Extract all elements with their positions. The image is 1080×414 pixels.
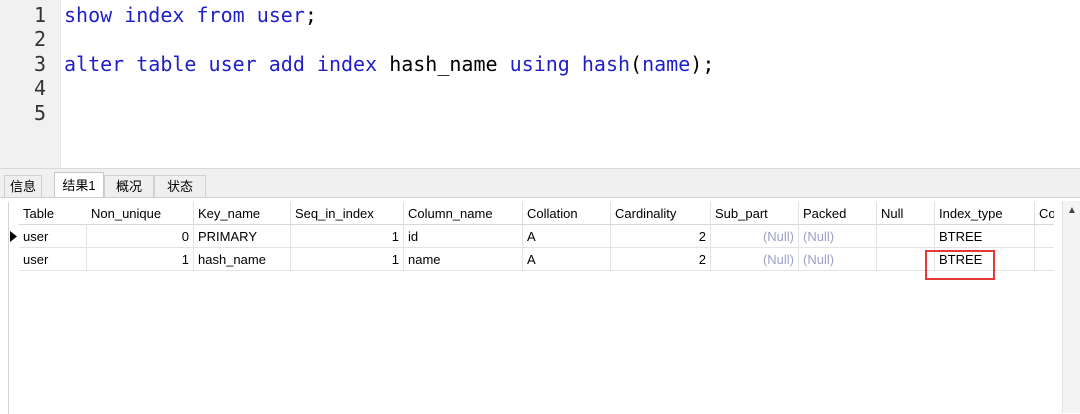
table-cell[interactable]: 1: [291, 248, 404, 271]
table-cell[interactable]: 1: [291, 225, 404, 248]
table-cell[interactable]: 1: [87, 248, 194, 271]
table-cell[interactable]: name: [404, 248, 523, 271]
paren-close: ): [690, 52, 703, 76]
table-cell[interactable]: BTREE: [935, 225, 1035, 248]
keyword: add: [268, 52, 305, 76]
column-header-table[interactable]: Table: [19, 202, 97, 225]
table-cell[interactable]: user: [19, 248, 87, 271]
code-line-3[interactable]: alter table user add index hash_name usi…: [64, 52, 714, 76]
tab-result1[interactable]: 结果1: [54, 172, 104, 198]
table-cell[interactable]: PRIMARY: [194, 225, 291, 248]
keyword: hash: [581, 52, 631, 76]
table-header-row: Table Non_unique Key_name Seq_in_index C…: [9, 202, 1054, 225]
table-cell[interactable]: [1035, 225, 1054, 248]
row-indicator: [9, 225, 19, 248]
line-number: 4: [33, 76, 46, 100]
table-cell[interactable]: A: [523, 225, 611, 248]
keyword: using: [509, 52, 570, 76]
column-header-cardinality[interactable]: Cardinality: [611, 202, 711, 225]
table-cell-null[interactable]: (Null): [711, 248, 799, 271]
keyword: index: [124, 3, 185, 27]
column-header-seq-in-index[interactable]: Seq_in_index: [291, 202, 404, 225]
result-grid[interactable]: Table Non_unique Key_name Seq_in_index C…: [0, 197, 1080, 414]
table-cell[interactable]: id: [404, 225, 523, 248]
table-cell[interactable]: user: [19, 225, 87, 248]
index-type-highlight-box: [925, 250, 995, 280]
tab-info[interactable]: 信息: [4, 175, 42, 197]
scroll-up-arrow-icon[interactable]: ▲: [1067, 205, 1077, 216]
column-header-comment[interactable]: Con: [1035, 202, 1054, 225]
keyword: table: [136, 52, 197, 76]
table-cell[interactable]: 0: [87, 225, 194, 248]
column-header-sub-part[interactable]: Sub_part: [711, 202, 799, 225]
table-cell[interactable]: 2: [611, 225, 711, 248]
table-row[interactable]: user 1 hash_name 1 name A 2 (Null) (Null…: [9, 248, 1054, 271]
current-row-arrow-icon: [10, 231, 17, 242]
line-number: 2: [33, 27, 46, 51]
vertical-scrollbar[interactable]: ▲: [1062, 201, 1080, 413]
result-tab-bar: 信息 结果1 概况 状态: [0, 168, 1080, 198]
sql-editor[interactable]: 1 2 3 4 5 show index from user; alter ta…: [0, 0, 1080, 168]
paren-open: (: [630, 52, 643, 76]
table-identifier: user: [208, 52, 257, 76]
column-header-collation[interactable]: Collation: [523, 202, 611, 225]
table-cell[interactable]: [1035, 248, 1054, 271]
line-number-gutter: 1 2 3 4 5: [0, 0, 61, 168]
column-header-column-name[interactable]: Column_name: [404, 202, 523, 225]
table-cell-null[interactable]: (Null): [799, 248, 877, 271]
column-header-key-name[interactable]: Key_name: [194, 202, 291, 225]
column-header-packed[interactable]: Packed: [799, 202, 877, 225]
column-header-non-unique[interactable]: Non_unique: [87, 202, 194, 225]
line-number: 1: [33, 3, 46, 27]
semicolon: ;: [702, 52, 715, 76]
table-cell[interactable]: 2: [611, 248, 711, 271]
semicolon: ;: [304, 3, 317, 27]
line-number: 5: [33, 101, 46, 125]
keyword: alter: [64, 52, 125, 76]
table-row[interactable]: user 0 PRIMARY 1 id A 2 (Null) (Null) BT…: [9, 225, 1054, 248]
result-table[interactable]: Table Non_unique Key_name Seq_in_index C…: [8, 202, 1054, 414]
table-cell[interactable]: [877, 225, 935, 248]
column-identifier: name: [642, 52, 691, 76]
keyword: index: [316, 52, 378, 76]
keyword: show: [64, 3, 113, 27]
table-cell[interactable]: A: [523, 248, 611, 271]
keyword: from: [196, 3, 245, 27]
tab-status[interactable]: 状态: [154, 175, 206, 197]
table-cell[interactable]: hash_name: [194, 248, 291, 271]
code-line-1[interactable]: show index from user;: [64, 3, 317, 27]
table-cell-null[interactable]: (Null): [711, 225, 799, 248]
tab-profile[interactable]: 概况: [104, 175, 154, 197]
column-header-null[interactable]: Null: [877, 202, 935, 225]
line-number: 3: [33, 52, 46, 76]
column-header-index-type[interactable]: Index_type: [935, 202, 1035, 225]
table-identifier: user: [256, 3, 305, 27]
index-name: hash_name: [389, 52, 498, 76]
table-cell-null[interactable]: (Null): [799, 225, 877, 248]
